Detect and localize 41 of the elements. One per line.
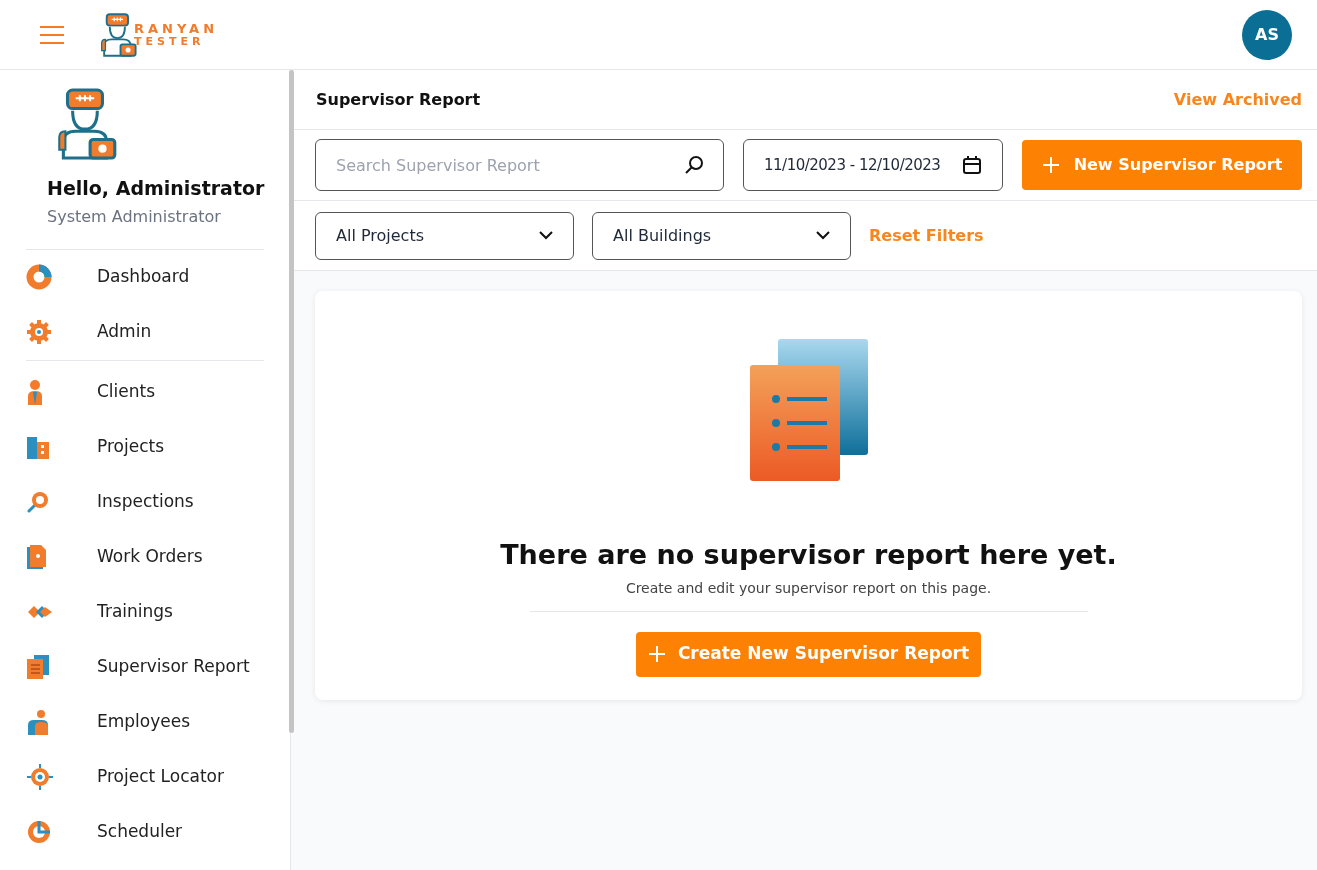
greeting: Hello, Administrator xyxy=(46,176,266,201)
filter-dropdown[interactable]: All Buildings xyxy=(592,211,851,260)
search-field[interactable]: Search Supervisor Report xyxy=(315,139,724,191)
date-range-field[interactable]: 11/10/2023 - 12/10/2023 xyxy=(743,139,1003,191)
chevron-down-icon xyxy=(539,231,553,240)
chevron-down-icon xyxy=(816,231,830,240)
logo-text: RANYAN xyxy=(134,21,219,35)
person-icon xyxy=(26,379,44,405)
menu-icon[interactable] xyxy=(40,25,64,44)
sidebar-item[interactable]: Scheduler xyxy=(26,804,264,860)
sidebar-item[interactable]: Clients xyxy=(26,364,264,420)
sidebar-item[interactable]: Trainings xyxy=(26,584,264,640)
empty-state-title: There are no supervisor report here yet. xyxy=(500,538,1117,572)
document-icon xyxy=(26,544,48,570)
filter-dropdown[interactable]: All Projects xyxy=(315,211,574,260)
sidebar-item[interactable]: Project Locator xyxy=(26,749,264,805)
magnifier-icon xyxy=(26,490,50,514)
people-icon xyxy=(26,709,50,735)
sidebar-item[interactable]: Work Orders xyxy=(26,529,264,585)
page-title: Supervisor Report xyxy=(316,88,481,111)
sidebar-item[interactable]: Admin xyxy=(26,304,264,360)
mascot-avatar-icon xyxy=(55,88,117,160)
calendar-icon xyxy=(962,155,982,175)
plus-icon xyxy=(647,645,666,663)
search-icon xyxy=(684,155,704,175)
buildings-icon xyxy=(26,435,50,459)
logo-text: TESTER xyxy=(134,34,206,48)
user-avatar[interactable]: AS xyxy=(1242,9,1292,60)
report-icon xyxy=(26,654,50,680)
sidebar-item[interactable]: Inspections xyxy=(26,474,264,530)
sidebar-item[interactable]: Supervisor Report xyxy=(26,639,264,695)
sidebar-item[interactable]: Projects xyxy=(26,419,264,475)
sidebar-item[interactable]: Dashboard xyxy=(26,249,264,305)
user-role: System Administrator xyxy=(46,205,222,228)
gear-icon xyxy=(26,319,52,345)
empty-state-subtitle: Create and edit your supervisor report on this page. xyxy=(625,578,992,598)
plus-icon xyxy=(1041,156,1060,174)
target-icon xyxy=(26,763,54,791)
pie-clock-icon xyxy=(26,819,52,845)
sidebar-item[interactable]: Employees xyxy=(26,694,264,750)
donut-chart-icon xyxy=(26,264,52,290)
